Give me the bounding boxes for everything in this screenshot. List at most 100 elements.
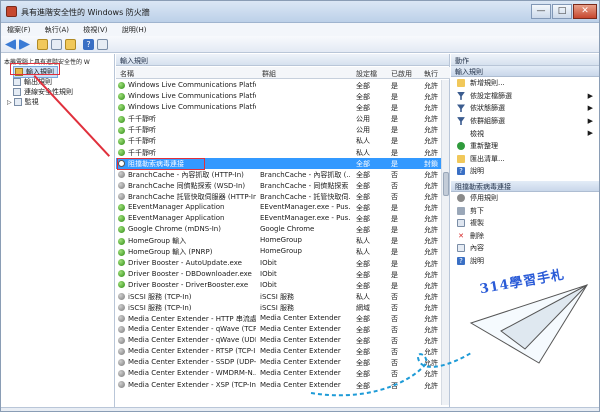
rule-profile: 全部: [356, 159, 370, 168]
menu-action[interactable]: 執行(A): [39, 23, 75, 35]
allow-check-icon: [118, 137, 125, 145]
actions-list-selected-rule: 停用規則 剪下 複製 ✕ 刪除 內容? 說明: [451, 192, 599, 268]
export-icon[interactable]: [65, 39, 76, 50]
rule-enabled: 是: [391, 104, 398, 113]
action-label: 剪下: [470, 206, 484, 215]
scrollbar-thumb[interactable]: [443, 172, 449, 196]
rule-name: Media Center Extender - HTTP 串流處...: [128, 314, 256, 323]
annotation-box-tree: [10, 63, 60, 75]
allow-check-icon: [118, 225, 125, 233]
firewall-icon: [6, 6, 17, 17]
allow-check-icon: [118, 115, 125, 123]
rule-enabled: 是: [391, 159, 398, 168]
column-name[interactable]: 名稱: [120, 69, 134, 79]
rule-name: Media Center Extender - SSDP (UDP-In): [128, 358, 256, 367]
action-item[interactable]: 依群組篩選 ▶: [451, 115, 599, 128]
rule-name: Media Center Extender - qWave (UDP...: [128, 336, 256, 345]
allow-check-icon: [118, 149, 125, 157]
table-row[interactable]: BranchCache - 內容抓取 (HTTP-In) BranchCache …: [116, 169, 441, 180]
close-button[interactable]: ✕: [573, 4, 597, 19]
back-icon[interactable]: [5, 39, 16, 50]
action-item[interactable]: 停用規則: [451, 192, 599, 205]
minimize-button[interactable]: —: [531, 4, 551, 19]
table-row[interactable]: BranchCache 同儕點探索 (WSD-In) BranchCache - …: [116, 180, 441, 191]
table-row[interactable]: HomeGroup 輸入 HomeGroup 私人是允許: [116, 235, 441, 246]
rule-name: Driver Booster - AutoUpdate.exe: [128, 258, 242, 267]
table-row[interactable]: EEventManager Application EEventManager.e…: [116, 213, 441, 224]
disabled-rule-icon: [118, 358, 125, 366]
table-row[interactable]: HomeGroup 輸入 (PNRP) HomeGroup 私人是允許: [116, 246, 441, 257]
action-item[interactable]: ? 說明: [451, 165, 599, 178]
allow-check-icon: [118, 248, 125, 256]
allow-check-icon: [118, 237, 125, 245]
menu-file[interactable]: 檔案(F): [1, 23, 37, 35]
rule-profile: 全部: [356, 170, 370, 179]
expand-arrow-icon[interactable]: ▷: [7, 99, 12, 106]
up-folder-icon[interactable]: [37, 39, 48, 50]
action-label: 內容: [470, 244, 484, 253]
action-item[interactable]: 依狀態篩選 ▶: [451, 102, 599, 115]
tree-item-outbound-rules[interactable]: 輸出規則: [13, 77, 52, 87]
column-enabled[interactable]: 已啟用: [391, 69, 412, 79]
table-row[interactable]: EEventManager Application EEventManager.e…: [116, 202, 441, 213]
help-icon: ?: [457, 167, 465, 176]
title-bar: 具有進階安全性的 Windows 防火牆 — □ ✕: [1, 1, 599, 23]
toolbar: ?: [1, 36, 599, 53]
tree-item-monitor[interactable]: ▷ 監視: [7, 97, 39, 107]
show-tree-icon[interactable]: [51, 39, 62, 50]
table-row[interactable]: 千千靜听 公用是允許: [116, 113, 441, 124]
action-item[interactable]: 重新整理: [451, 140, 599, 153]
table-row[interactable]: Google Chrome (mDNS-In) Google Chrome 全部是允…: [116, 224, 441, 235]
connection-security-icon: [13, 88, 21, 96]
action-item[interactable]: 剪下: [451, 204, 599, 217]
rule-name: 千千靜听: [128, 115, 156, 124]
table-row[interactable]: 千千靜听 私人是允許: [116, 135, 441, 146]
actions-section-inbound[interactable]: 輸入規則: [451, 66, 599, 77]
action-item[interactable]: 內容: [451, 242, 599, 255]
column-action[interactable]: 執行: [424, 69, 438, 79]
help-icon[interactable]: ?: [83, 39, 94, 50]
table-row[interactable]: 千千靜听 私人是允許: [116, 147, 441, 158]
menu-view[interactable]: 檢視(V): [77, 23, 113, 35]
actions-section-selected-rule[interactable]: 阻擋勒索病毒連接: [451, 180, 599, 192]
table-row[interactable]: BranchCache 託管快取伺服器 (HTTP-In) BranchCache…: [116, 191, 441, 202]
table-row[interactable]: 千千靜听 公用是允許: [116, 124, 441, 135]
table-row[interactable]: Windows Live Communications Platform 全部是允…: [116, 102, 441, 113]
action-label: 新增規則...: [470, 79, 505, 88]
action-item[interactable]: 新增規則...: [451, 77, 599, 90]
rule-group: BranchCache - 託管快取伺...: [260, 192, 350, 201]
allow-check-icon: [118, 270, 125, 278]
rule-name: 千千靜听: [128, 137, 156, 146]
action-item[interactable]: ✕ 刪除: [451, 230, 599, 243]
table-row[interactable]: Windows Live Communications Platform 全部是允…: [116, 80, 441, 91]
allow-check-icon: [118, 203, 125, 211]
maximize-button[interactable]: □: [552, 4, 572, 19]
properties-icon: [457, 244, 465, 253]
rule-profile: 公用: [356, 126, 370, 135]
rule-enabled: 是: [391, 226, 398, 235]
action-item[interactable]: 複製: [451, 217, 599, 230]
action-item[interactable]: 依設定檔篩選 ▶: [451, 90, 599, 103]
disabled-rule-icon: [118, 325, 125, 333]
rule-enabled: 是: [391, 215, 398, 224]
disabled-rule-icon: [118, 336, 125, 344]
show-action-pane-icon[interactable]: [97, 39, 108, 50]
column-group[interactable]: 群組: [262, 69, 276, 79]
forward-icon[interactable]: [19, 39, 30, 50]
table-row[interactable]: Windows Live Communications Platform 全部是允…: [116, 91, 441, 102]
action-label: 依設定檔篩選: [470, 91, 512, 100]
action-label: 重新整理: [470, 142, 498, 151]
rule-group: HomeGroup: [260, 236, 302, 245]
action-label: 依狀態篩選: [470, 104, 505, 113]
rule-enabled: 是: [391, 248, 398, 257]
column-profile[interactable]: 設定檔: [356, 69, 377, 79]
rule-enabled: 是: [391, 115, 398, 124]
menu-help[interactable]: 說明(H): [116, 23, 153, 35]
rule-name: 千千靜听: [128, 148, 156, 157]
rule-profile: 全部: [356, 93, 370, 102]
rule-name: Windows Live Communications Platform: [128, 103, 256, 112]
rule-name: iSCSI 服務 (TCP-In): [128, 292, 192, 301]
action-item[interactable]: 檢視 ▶: [451, 127, 599, 140]
tree-item-connection-security[interactable]: 連線安全性規則: [13, 87, 73, 97]
action-item[interactable]: 匯出清單...: [451, 153, 599, 166]
